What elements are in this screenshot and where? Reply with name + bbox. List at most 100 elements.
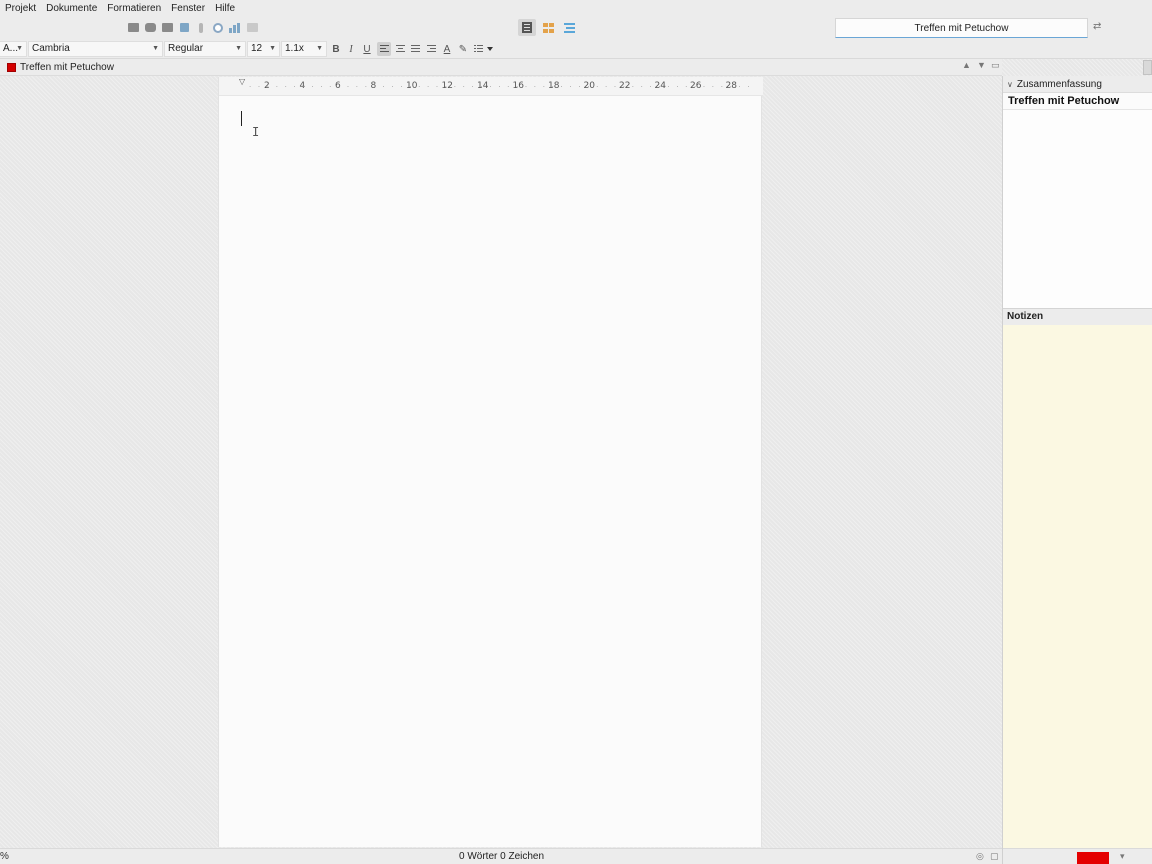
target-icon[interactable] [177,21,191,34]
ruler-tick: · [747,83,750,91]
font-weight-select[interactable]: Regular ▼ [164,41,246,57]
bold-button[interactable]: B [329,42,343,56]
ruler-tick: · [533,83,537,91]
menu-dokumente[interactable]: Dokumente [41,0,102,17]
ruler-tick: · [355,83,359,91]
snapshot-icon[interactable] [160,21,174,34]
line-spacing-select[interactable]: 1.1x ▼ [281,41,327,57]
ruler-tick: · [435,83,439,91]
ibeam-cursor-icon: I [252,125,260,139]
ruler-tick: · [587,83,590,91]
align-left-button[interactable] [377,42,391,56]
ruler-tick: · [667,83,670,91]
corkboard-view-icon [542,22,554,33]
ruler-tick: · [551,83,554,91]
text-color-button[interactable]: A [440,42,454,56]
ruler-tick: · [338,83,341,91]
ruler-label: 10 [406,81,418,91]
ruler-tick: · [444,83,448,91]
ruler-tick: · [720,83,723,91]
ruler-tick: · [284,83,287,91]
font-family-select[interactable]: Cambria ▼ [28,41,163,57]
synopsis-header[interactable]: ∨ Zusammenfassung [1003,76,1152,93]
ruler-tick: · [498,83,501,91]
ruler-tick: · [596,83,599,91]
list-icon [474,45,493,52]
statistics-icon[interactable] [228,21,242,34]
font-size-value: 12 [251,43,263,54]
menu-bar: Projekt Dokumente Formatieren Fenster Hi… [0,0,1152,17]
scrivenings-view-button[interactable] [518,19,536,36]
zoom-select[interactable]: % [0,851,9,862]
ruler-tick: · [569,83,572,91]
format-bar: A... ▼ Cambria ▼ Regular ▼ 12 ▼ 1.1x ▼ B I U … [0,39,1152,59]
notes-text-area[interactable] [1003,325,1152,848]
ruler-tick: · [409,83,412,91]
menu-hilfe[interactable]: Hilfe [210,0,240,17]
compile-icon[interactable] [143,21,157,34]
editor-footer: % 0 Wörter 0 Zeichen ◎ ▢ [0,848,1002,864]
chevron-down-icon[interactable]: ▾ [1120,851,1125,862]
ruler-tick: · [373,83,376,91]
style-select[interactable]: A... ▼ [0,41,27,57]
target-icon[interactable]: ◎ [976,851,984,862]
synopsis-text-area[interactable] [1003,110,1152,308]
chevron-down-icon: ▼ [152,45,159,52]
line-spacing-value: 1.1x [285,43,304,54]
ruler-tick: · [480,83,483,91]
scrivenings-view-icon [522,22,532,33]
microphone-icon[interactable] [194,21,208,34]
outline-view-button[interactable] [560,19,578,36]
ruler-tick: · [311,83,314,91]
editor-page[interactable]: 2 4 6 8 10 12 14 16 18 20 22 24 26 28 · · · · · · · · · · · · · · · ·… [218,77,763,847]
word-count: 0 Wörter 0 Zeichen [459,851,545,862]
ruler-tick: · [694,83,697,91]
comment-icon[interactable]: ▢ [990,851,999,862]
chevron-up-icon[interactable]: ▲ [962,60,971,70]
circle-icon[interactable] [211,21,225,34]
editor-document-title[interactable]: Treffen mit Petuchow [20,62,114,73]
inspector-panel: ∨ Zusammenfassung Treffen mit Petuchow N… [1002,76,1152,864]
ruler-tick: · [400,83,403,91]
menu-fenster[interactable]: Fenster [166,0,210,17]
photo-icon[interactable] [126,21,140,34]
synopsis-label: Zusammenfassung [1016,78,1102,90]
ruler-label: 12 [441,81,453,91]
corkboard-view-button[interactable] [539,19,557,36]
synopsis-title-field[interactable]: Treffen mit Petuchow [1003,93,1152,110]
chevron-down-icon: ▼ [16,45,23,52]
ruler-tick: · [702,83,706,91]
ruler-tick: · [382,83,385,91]
font-size-select[interactable]: 12 ▼ [247,41,280,57]
ruler-tick: · [346,83,350,91]
search-options-icon[interactable]: ⇄ [1093,21,1101,32]
main-toolbar: Treffen mit Petuchow ⇄ [0,17,1152,39]
ruler-tick: · [613,83,617,91]
menu-formatieren[interactable]: Formatieren [102,0,166,17]
chevron-down-icon: ▼ [316,45,323,52]
underline-button[interactable]: U [360,42,374,56]
align-justify-button[interactable] [408,42,422,56]
outline-view-icon [563,22,575,33]
align-justify-icon [410,45,420,52]
ruler-tick: · [685,83,688,91]
highlight-icon[interactable]: ✎ [456,42,470,56]
ruler[interactable]: 2 4 6 8 10 12 14 16 18 20 22 24 26 28 · · · · · · · · · · · · · · · ·… [219,77,763,96]
align-right-button[interactable] [424,42,438,56]
indent-marker-icon[interactable]: ▽ [239,77,245,86]
chevron-down-icon[interactable]: ▼ [977,60,986,70]
split-editor-icon[interactable]: ▭ [991,60,1000,71]
inspector-toggle-button[interactable] [1143,60,1152,75]
menu-projekt[interactable]: Projekt [0,0,41,17]
status-indicator[interactable] [1077,852,1109,864]
list-button[interactable] [472,42,496,56]
italic-button[interactable]: I [344,42,358,56]
ruler-tick: · [649,83,652,91]
share-icon[interactable] [245,21,259,34]
align-center-button[interactable] [393,42,407,56]
ruler-tick: · [302,83,305,91]
search-field[interactable]: Treffen mit Petuchow [835,18,1088,38]
chevron-down-icon[interactable]: ∨ [1007,80,1013,89]
text-caret [241,111,242,126]
ruler-tick: · [418,83,421,91]
